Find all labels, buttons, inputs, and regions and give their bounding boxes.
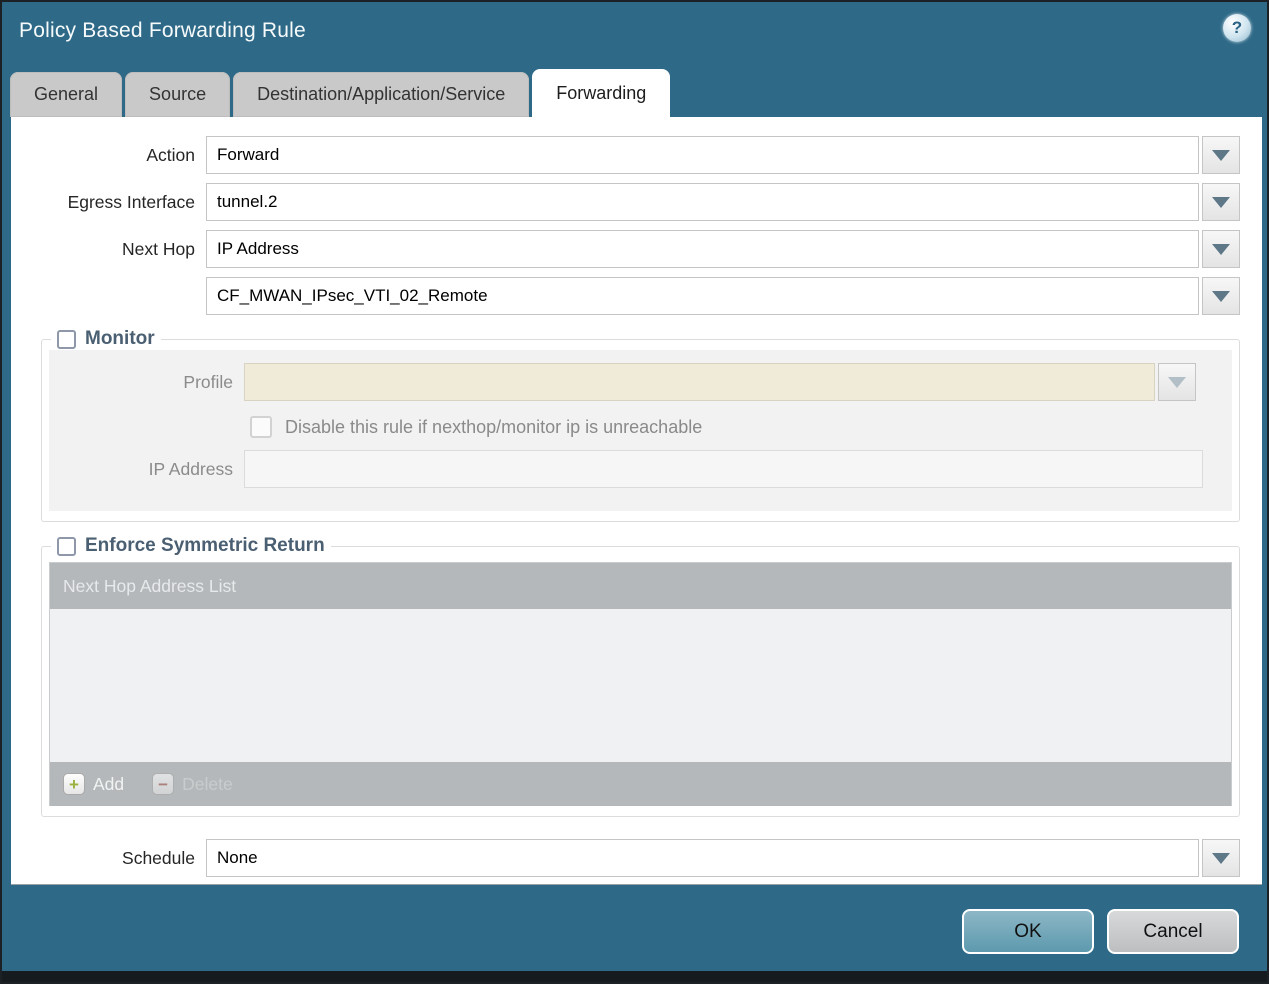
disable-rule-row: Disable this rule if nexthop/monitor ip …	[250, 416, 1232, 438]
forwarding-tab-panel: Action Egress Interface Next Hop	[11, 117, 1262, 885]
ok-button[interactable]: OK	[962, 909, 1094, 954]
chevron-down-icon	[1212, 852, 1230, 864]
next-hop-address-dropdown-button[interactable]	[1202, 277, 1240, 315]
delete-button[interactable]: − Delete	[152, 773, 233, 795]
egress-interface-label: Egress Interface	[67, 191, 195, 212]
action-input[interactable]	[206, 136, 1199, 174]
next-hop-type-input[interactable]	[206, 230, 1199, 268]
enforce-symmetric-return-legend: Enforce Symmetric Return	[51, 535, 331, 557]
cancel-button[interactable]: Cancel	[1107, 909, 1239, 954]
enforce-symmetric-return-title: Enforce Symmetric Return	[85, 535, 325, 556]
tab-forwarding[interactable]: Forwarding	[532, 69, 671, 117]
window-bottom-edge	[2, 971, 1267, 982]
tab-bar: General Source Destination/Application/S…	[10, 69, 671, 117]
policy-based-forwarding-dialog: Policy Based Forwarding Rule ? General S…	[0, 0, 1269, 984]
action-dropdown-button[interactable]	[1202, 136, 1240, 174]
monitor-title: Monitor	[85, 328, 155, 349]
schedule-dropdown-button[interactable]	[1202, 839, 1240, 877]
next-hop-label: Next Hop	[122, 238, 195, 259]
tab-destination-application-service[interactable]: Destination/Application/Service	[233, 72, 530, 117]
schedule-label: Schedule	[122, 847, 195, 868]
chevron-down-icon	[1212, 149, 1230, 161]
egress-interface-input[interactable]	[206, 183, 1199, 221]
monitor-ip-address-input[interactable]	[244, 450, 1203, 488]
next-hop-address-list-body[interactable]	[50, 609, 1231, 762]
tab-source[interactable]: Source	[125, 72, 231, 117]
add-button[interactable]: + Add	[63, 773, 124, 795]
next-hop-row: Next Hop	[11, 230, 1240, 268]
enforce-symmetric-return-checkbox[interactable]	[57, 536, 76, 556]
egress-interface-dropdown-button[interactable]	[1202, 183, 1240, 221]
add-button-label: Add	[93, 773, 125, 794]
monitor-legend: Monitor	[51, 328, 161, 350]
next-hop-type-dropdown-button[interactable]	[1202, 230, 1240, 268]
delete-icon: −	[152, 773, 175, 795]
chevron-down-icon	[1168, 376, 1186, 388]
profile-label: Profile	[183, 371, 233, 392]
add-icon: +	[63, 773, 85, 795]
dialog-title: Policy Based Forwarding Rule	[19, 19, 306, 42]
next-hop-address-list-toolbar: + Add − Delete	[50, 762, 1231, 806]
disable-rule-label: Disable this rule if nexthop/monitor ip …	[285, 416, 703, 437]
help-icon[interactable]: ?	[1223, 14, 1251, 42]
next-hop-address-list-header: Next Hop Address List	[50, 563, 1231, 609]
chevron-down-icon	[1212, 290, 1230, 302]
monitor-checkbox[interactable]	[57, 329, 76, 349]
monitor-ip-address-label: IP Address	[148, 458, 233, 479]
dialog-footer: OK Cancel	[962, 909, 1239, 954]
help-icon-glyph: ?	[1231, 18, 1243, 37]
monitor-body: Profile Disable this rule if nexthop/mon…	[49, 350, 1232, 511]
tab-general[interactable]: General	[10, 72, 123, 117]
profile-dropdown-button[interactable]	[1158, 363, 1196, 401]
profile-row: Profile	[49, 363, 1196, 401]
dialog-titlebar: Policy Based Forwarding Rule ?	[2, 2, 1267, 64]
monitor-section: Monitor Profile Disable this rule if nex…	[41, 328, 1240, 522]
next-hop-address-list-table: Next Hop Address List + Add − Delete	[49, 562, 1232, 806]
profile-input[interactable]	[244, 363, 1155, 401]
schedule-row: Schedule	[11, 839, 1240, 877]
enforce-symmetric-return-section: Enforce Symmetric Return Next Hop Addres…	[41, 535, 1240, 817]
chevron-down-icon	[1212, 196, 1230, 208]
next-hop-address-input[interactable]	[206, 277, 1199, 315]
action-row: Action	[11, 136, 1240, 174]
disable-rule-checkbox[interactable]	[250, 416, 272, 438]
schedule-input[interactable]	[206, 839, 1199, 877]
action-label: Action	[146, 144, 195, 165]
next-hop-address-row	[11, 277, 1240, 315]
monitor-ip-address-row: IP Address	[49, 450, 1203, 488]
delete-button-label: Delete	[182, 773, 233, 794]
egress-interface-row: Egress Interface	[11, 183, 1240, 221]
chevron-down-icon	[1212, 243, 1230, 255]
